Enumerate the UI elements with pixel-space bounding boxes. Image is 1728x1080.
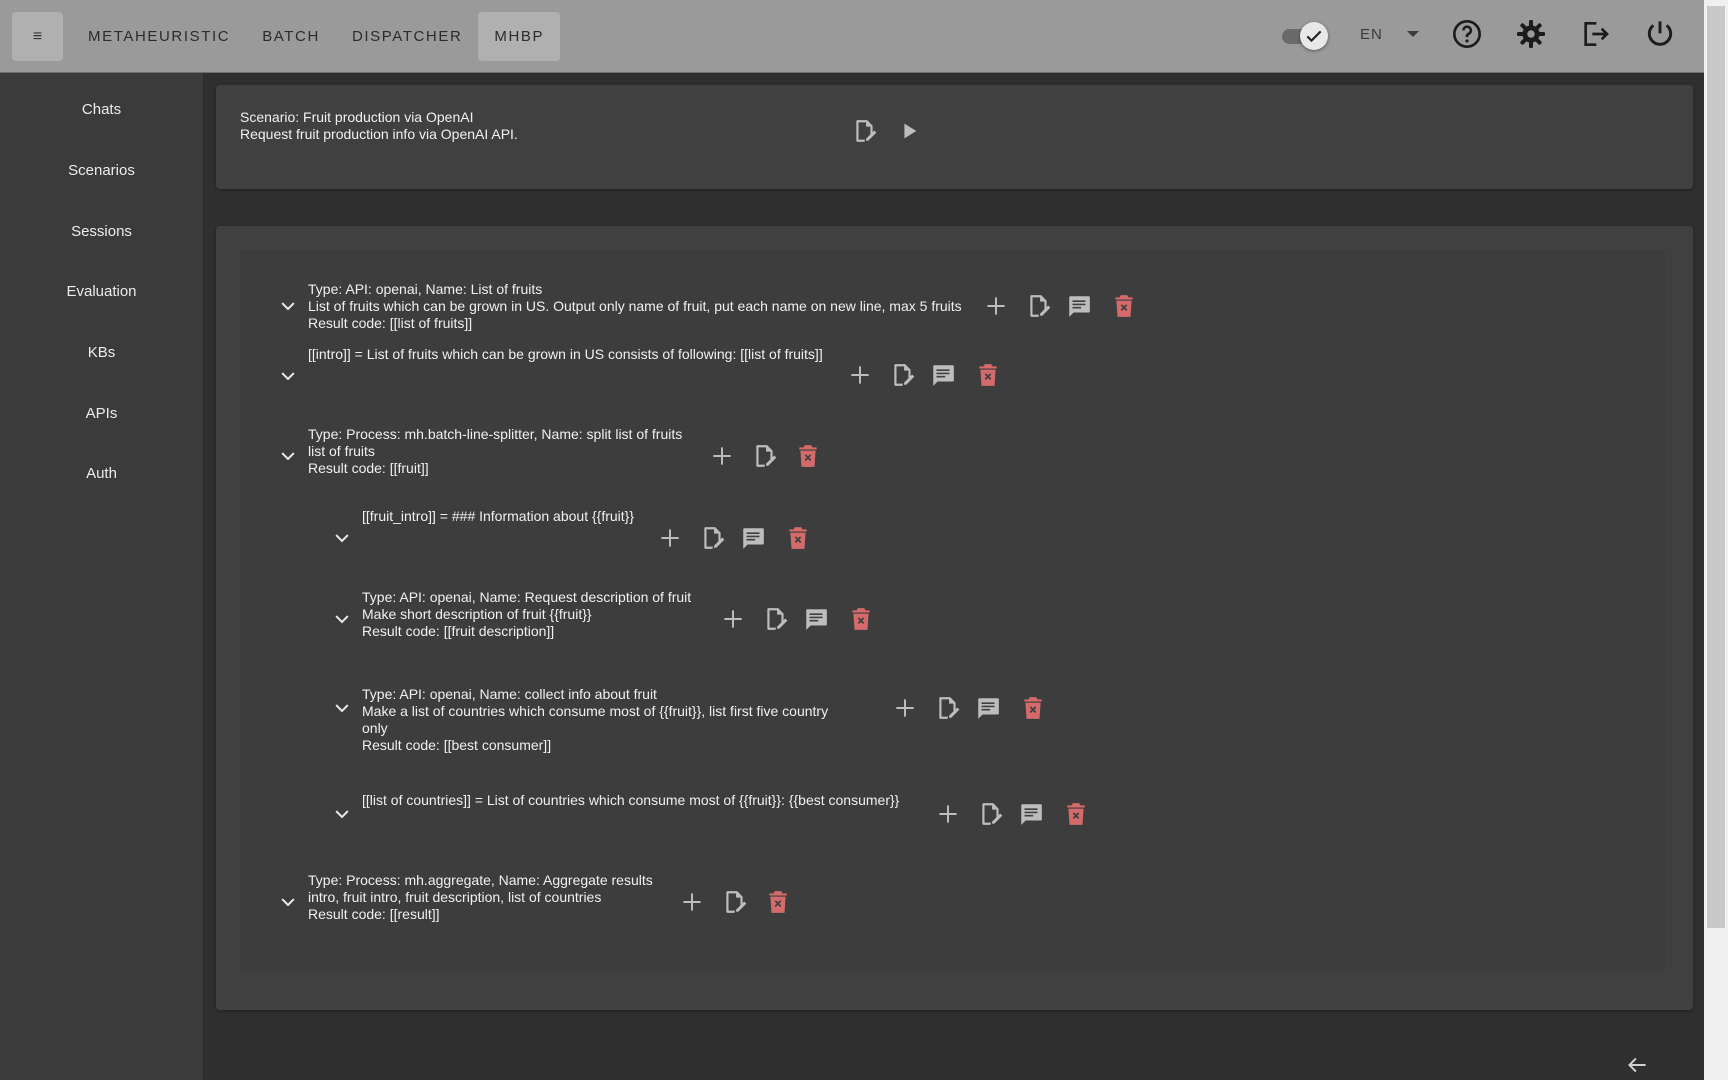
scenario-title: Scenario: Fruit production via OpenAI [240,109,474,125]
main-nav: METAHEURISTIC BATCH DISPATCHER MHBP [72,12,561,61]
delete-icon[interactable] [795,443,821,469]
comment-icon[interactable] [803,606,829,632]
delete-icon[interactable] [765,889,791,915]
chevron-down-icon[interactable] [278,892,298,912]
comment-icon[interactable] [975,695,1001,721]
step-text: [[intro]] = List of fruits which can be … [308,346,823,362]
caret-down-icon[interactable] [1406,28,1420,38]
comment-icon[interactable] [1066,293,1092,319]
back-arrow-icon[interactable] [1624,1052,1650,1078]
help-icon[interactable] [1451,18,1483,50]
chevron-down-icon[interactable] [332,609,352,629]
steps-panel: Type: API: openai, Name: List of fruits … [216,226,1693,1010]
step-text: Type: API: openai, Name: Request descrip… [362,589,692,639]
edit-icon[interactable] [752,443,778,469]
chevron-down-icon[interactable] [332,698,352,718]
theme-toggle[interactable] [1282,22,1332,50]
add-icon[interactable] [657,525,683,551]
add-icon[interactable] [983,293,1009,319]
power-icon[interactable] [1644,18,1676,50]
add-icon[interactable] [935,801,961,827]
step-text: Type: Process: mh.aggregate, Name: Aggre… [308,872,653,922]
delete-icon[interactable] [1111,293,1137,319]
language-select[interactable]: EN [1360,26,1383,43]
sidebar-item-sessions[interactable]: Sessions [0,223,203,240]
top-bar: ≡ METAHEURISTIC BATCH DISPATCHER MHBP EN [0,0,1704,73]
add-icon[interactable] [892,695,918,721]
hamburger-icon: ≡ [32,27,43,45]
logout-icon[interactable] [1579,18,1611,50]
chevron-down-icon[interactable] [278,446,298,466]
check-icon [1306,30,1322,43]
chevron-down-icon[interactable] [278,366,298,386]
play-icon[interactable] [898,120,920,142]
steps-tree: Type: API: openai, Name: List of fruits … [240,250,1665,971]
nav-mhbp[interactable]: MHBP [478,12,561,61]
chevron-down-icon[interactable] [278,296,298,316]
sidebar-item-scenarios[interactable]: Scenarios [0,162,203,179]
chevron-down-icon[interactable] [332,528,352,548]
edit-icon[interactable] [1026,293,1052,319]
sidebar-item-apis[interactable]: APIs [0,405,203,422]
nav-batch[interactable]: BATCH [246,12,336,61]
edit-icon[interactable] [890,362,916,388]
edit-icon[interactable] [978,801,1004,827]
nav-metaheuristic[interactable]: METAHEURISTIC [72,12,246,61]
comment-icon[interactable] [930,362,956,388]
sidebar: Chats Scenarios Sessions Evaluation KBs … [0,73,204,1080]
comment-icon[interactable] [740,525,766,551]
scrollbar[interactable] [1704,0,1728,1080]
menu-button[interactable]: ≡ [12,12,63,61]
delete-icon[interactable] [848,606,874,632]
add-icon[interactable] [679,889,705,915]
edit-icon[interactable] [763,606,789,632]
sidebar-item-kbs[interactable]: KBs [0,344,203,361]
step-text: Type: API: openai, Name: collect info ab… [362,686,829,753]
edit-icon[interactable] [700,525,726,551]
step-text: Type: API: openai, Name: List of fruits … [308,281,962,331]
settings-icon[interactable] [1515,18,1547,50]
sidebar-item-auth[interactable]: Auth [0,465,203,482]
sidebar-item-evaluation[interactable]: Evaluation [0,283,203,300]
step-text: [[list of countries]] = List of countrie… [362,792,900,808]
step-text: [[fruit_intro]] = ### Information about … [362,508,635,524]
chevron-down-icon[interactable] [332,804,352,824]
scenario-info: Scenario: Fruit production via OpenAI Re… [240,109,518,143]
sidebar-item-chats[interactable]: Chats [0,101,203,118]
delete-icon[interactable] [1020,695,1046,721]
edit-icon[interactable] [722,889,748,915]
add-icon[interactable] [847,362,873,388]
nav-dispatcher[interactable]: DISPATCHER [336,12,478,61]
scrollbar-thumb[interactable] [1707,6,1725,928]
delete-icon[interactable] [1063,801,1089,827]
add-icon[interactable] [709,443,735,469]
step-text: Type: Process: mh.batch-line-splitter, N… [308,426,683,476]
delete-icon[interactable] [785,525,811,551]
scenario-panel: Scenario: Fruit production via OpenAI Re… [216,85,1693,189]
add-icon[interactable] [720,606,746,632]
edit-icon[interactable] [935,695,961,721]
scenario-description: Request fruit production info via OpenAI… [240,126,518,142]
delete-icon[interactable] [975,362,1001,388]
comment-icon[interactable] [1018,801,1044,827]
edit-scenario-icon[interactable] [852,118,878,144]
